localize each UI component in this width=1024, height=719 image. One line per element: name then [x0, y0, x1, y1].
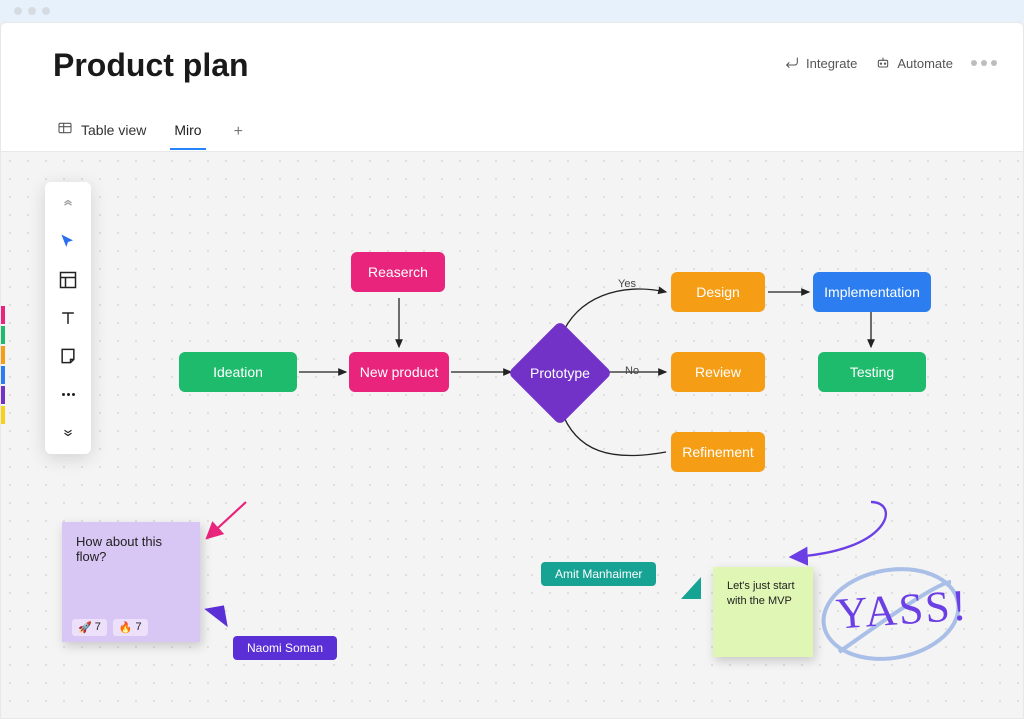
fire-emoji: 🔥	[119, 621, 133, 634]
text-tool[interactable]	[56, 306, 80, 330]
automate-button[interactable]: Automate	[875, 55, 953, 71]
integrate-label: Integrate	[806, 56, 857, 71]
user-label-naomi: Naomi Soman	[233, 636, 337, 660]
select-tool[interactable]	[56, 230, 80, 254]
sticky-text: Let's just start with the MVP	[727, 579, 799, 609]
automate-label: Automate	[897, 56, 953, 71]
reaction-count: 7	[95, 621, 101, 634]
edge-markers	[1, 306, 5, 424]
integrate-button[interactable]: Integrate	[784, 55, 857, 71]
window-chrome	[0, 0, 1024, 22]
tab-table-view[interactable]: Table view	[53, 112, 150, 151]
node-label: Refinement	[682, 444, 754, 460]
page-header: Product plan Integrate Automate Table vi…	[0, 22, 1024, 152]
sticky-text: How about this flow?	[76, 534, 186, 564]
edge-label-yes: Yes	[618, 278, 636, 290]
miro-toolbar	[45, 182, 91, 454]
traffic-dot	[28, 7, 36, 15]
sticky-note-purple[interactable]: How about this flow? 🚀 7 🔥 7	[62, 522, 200, 642]
node-testing[interactable]: Testing	[818, 352, 926, 392]
node-label: Review	[695, 364, 741, 380]
view-tabs: Table view Miro +	[53, 112, 251, 151]
node-refinement[interactable]: Refinement	[671, 432, 765, 472]
node-design[interactable]: Design	[671, 272, 765, 312]
handwriting-yass: YASS!	[834, 579, 970, 639]
toolbar-expand-button[interactable]	[56, 420, 80, 444]
node-label: Prototype	[530, 365, 590, 381]
node-label: New product	[360, 364, 439, 380]
reaction-count: 7	[136, 621, 142, 634]
table-icon	[57, 120, 73, 139]
node-label: Implementation	[824, 284, 920, 300]
tab-miro[interactable]: Miro	[170, 114, 205, 150]
node-review[interactable]: Review	[671, 352, 765, 392]
reaction-fire[interactable]: 🔥 7	[113, 619, 148, 636]
node-label: Testing	[850, 364, 894, 380]
node-new-product[interactable]: New product	[349, 352, 449, 392]
tab-label: Miro	[174, 122, 201, 138]
rocket-emoji: 🚀	[78, 621, 92, 634]
sticky-note-lime[interactable]: Let's just start with the MVP	[713, 567, 813, 657]
cursor-icon-naomi	[204, 605, 228, 630]
traffic-dot	[42, 7, 50, 15]
reaction-rocket[interactable]: 🚀 7	[72, 619, 107, 636]
sticky-reactions: 🚀 7 🔥 7	[72, 619, 148, 636]
add-view-button[interactable]: +	[226, 123, 251, 141]
node-implementation[interactable]: Implementation	[813, 272, 931, 312]
node-label: Ideation	[213, 364, 263, 380]
node-label: Reaserch	[368, 264, 428, 280]
user-name: Amit Manhaimer	[555, 567, 642, 581]
template-tool[interactable]	[56, 268, 80, 292]
more-tools-button[interactable]	[56, 382, 80, 406]
tab-label: Table view	[81, 122, 146, 138]
robot-icon	[875, 55, 891, 71]
toolbar-collapse-button[interactable]	[56, 192, 80, 216]
edge-label-no: No	[625, 365, 639, 377]
integrate-icon	[784, 55, 800, 71]
overflow-menu-button[interactable]	[971, 60, 997, 66]
miro-canvas[interactable]: Yes No Ideation Reaserch New product Pro…	[0, 152, 1024, 719]
user-label-amit: Amit Manhaimer	[541, 562, 656, 586]
sticky-note-tool[interactable]	[56, 344, 80, 368]
node-research[interactable]: Reaserch	[351, 252, 445, 292]
node-label: Design	[696, 284, 740, 300]
node-prototype[interactable]: Prototype	[508, 321, 613, 426]
header-actions: Integrate Automate	[784, 55, 997, 71]
cursor-icon-amit	[681, 577, 701, 599]
node-ideation[interactable]: Ideation	[179, 352, 297, 392]
user-name: Naomi Soman	[247, 641, 323, 655]
traffic-dot	[14, 7, 22, 15]
